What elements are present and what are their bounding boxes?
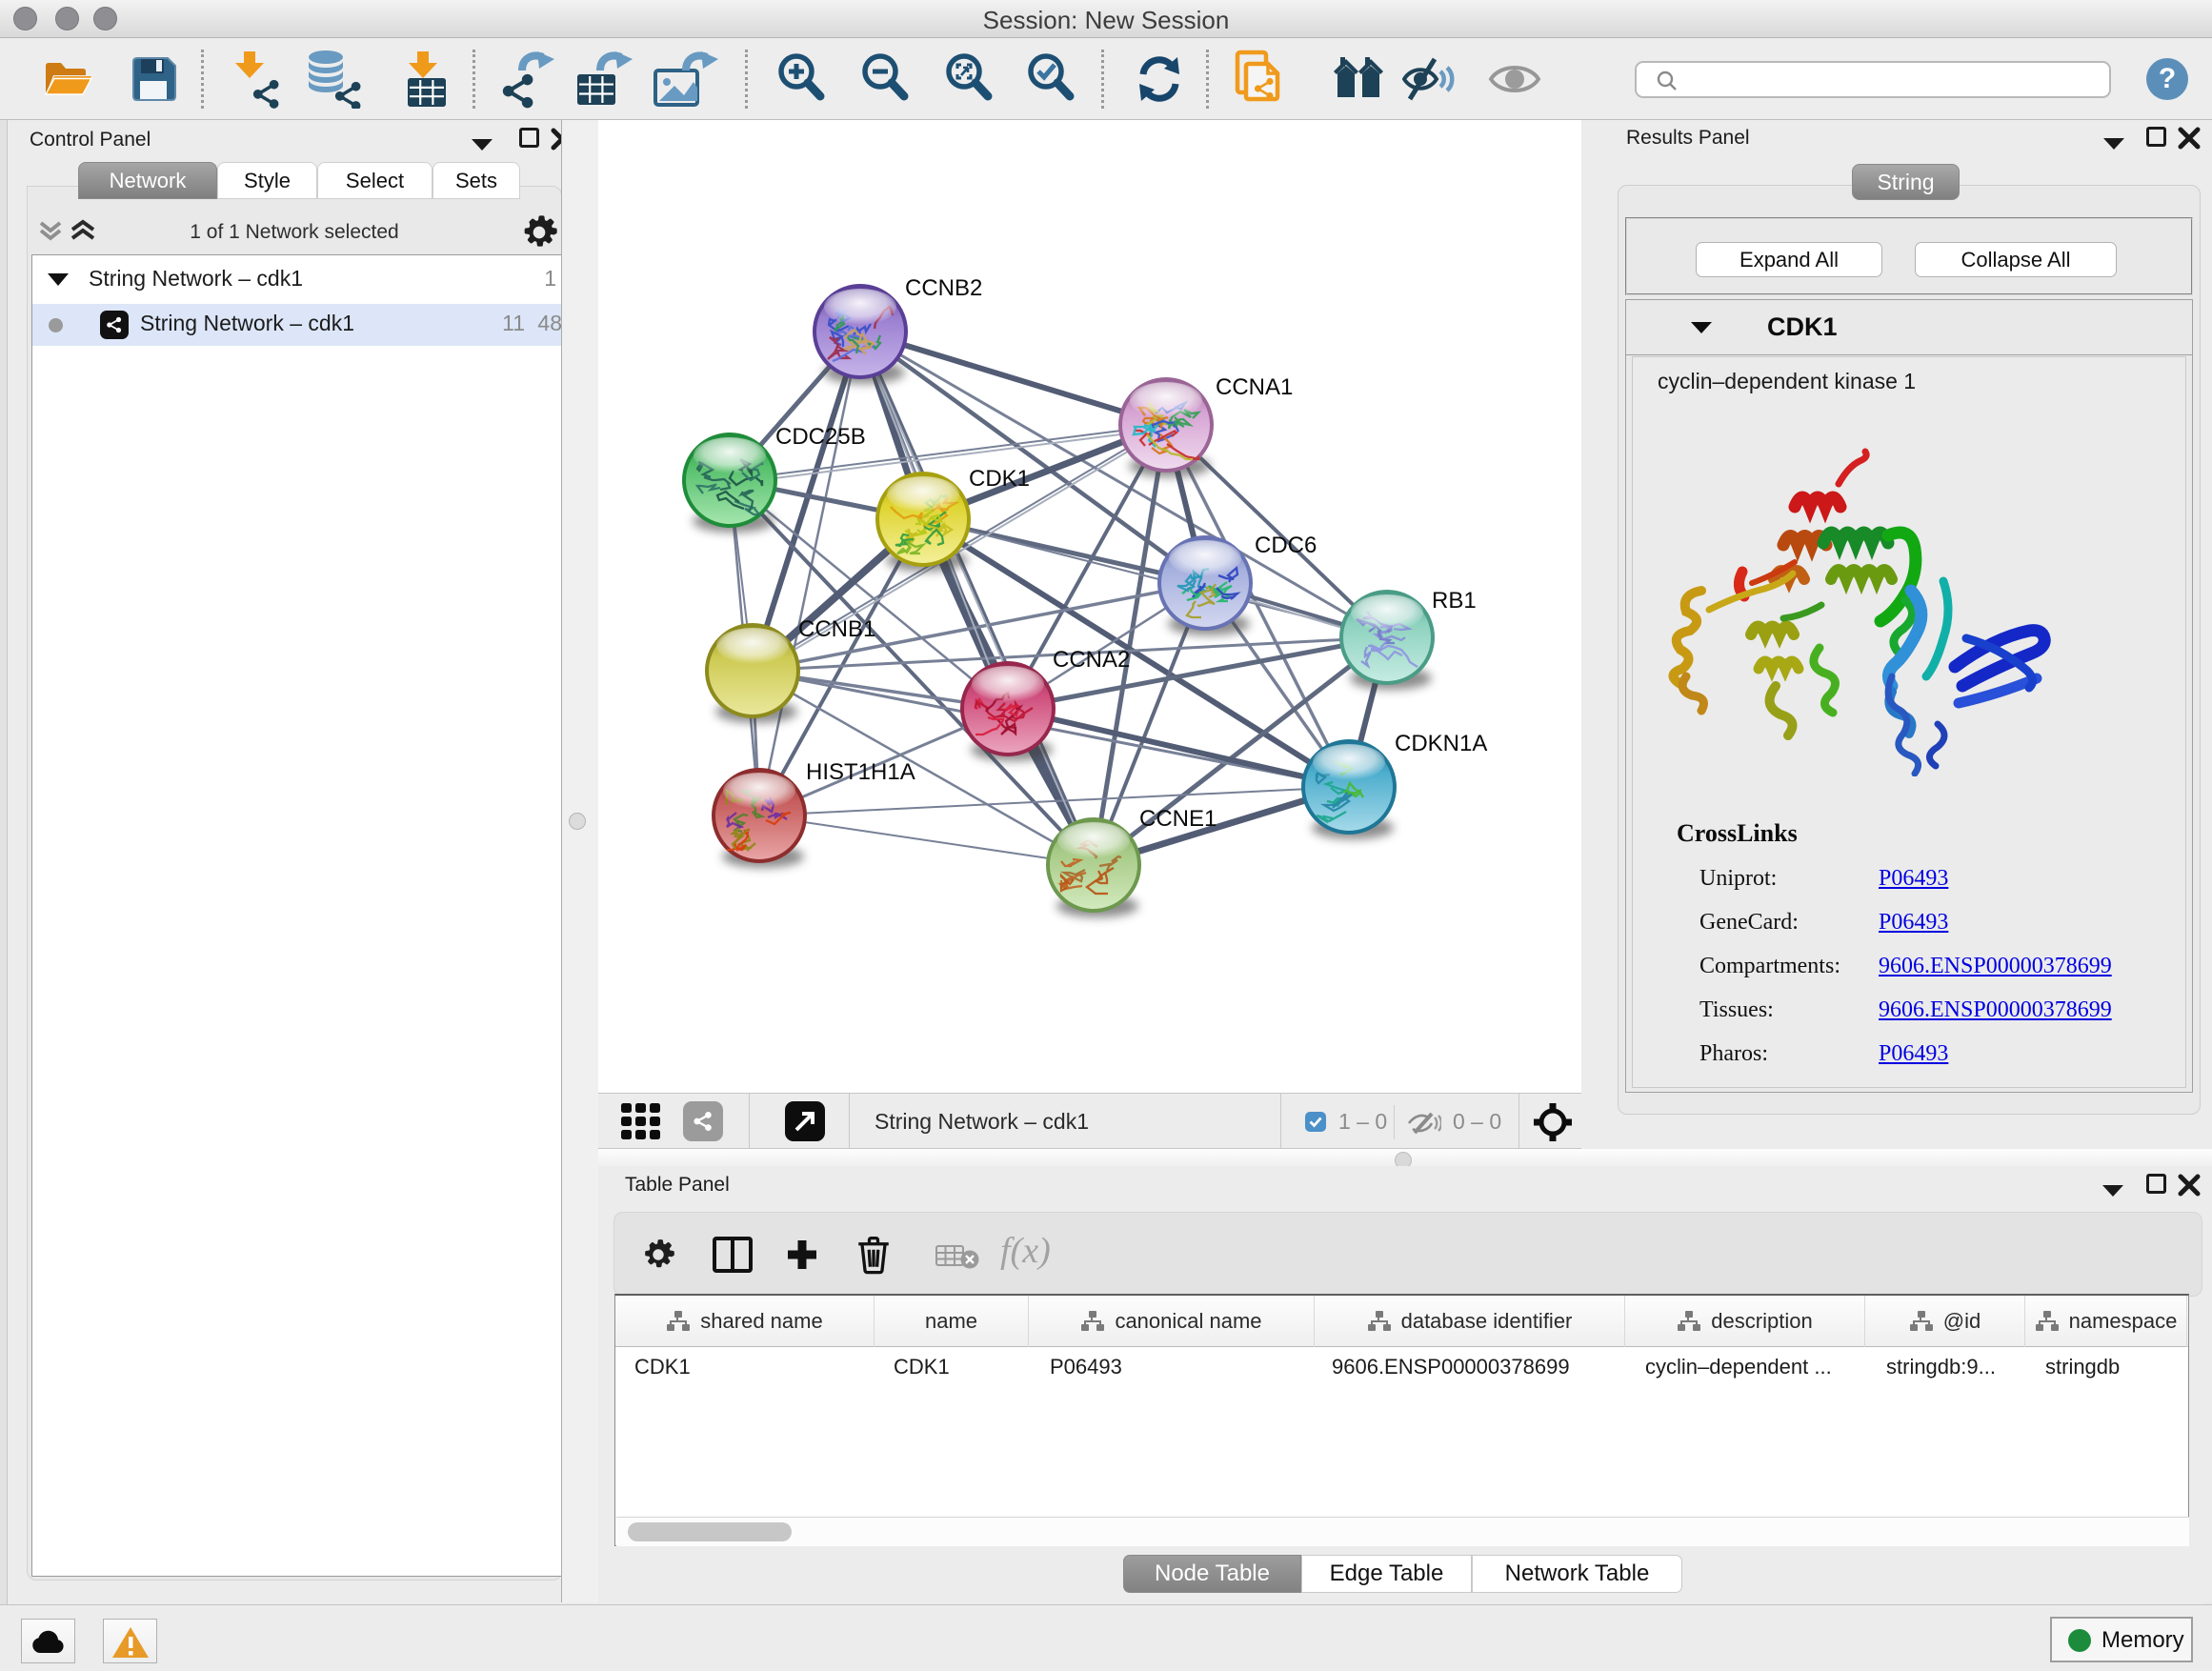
svg-text:CCNE1: CCNE1: [1139, 806, 1217, 832]
svg-text:CDKN1A: CDKN1A: [1395, 731, 1487, 756]
svg-text:HIST1H1A: HIST1H1A: [806, 759, 915, 785]
svg-text:CDC25B: CDC25B: [775, 424, 866, 450]
svg-text:RB1: RB1: [1432, 588, 1477, 614]
svg-text:CDK1: CDK1: [969, 466, 1030, 492]
svg-text:CCNA1: CCNA1: [1216, 374, 1293, 400]
svg-text:CDC6: CDC6: [1255, 533, 1317, 558]
svg-text:CCNA2: CCNA2: [1053, 647, 1130, 673]
svg-text:CCNB1: CCNB1: [798, 616, 875, 642]
svg-text:CCNB2: CCNB2: [905, 275, 982, 301]
